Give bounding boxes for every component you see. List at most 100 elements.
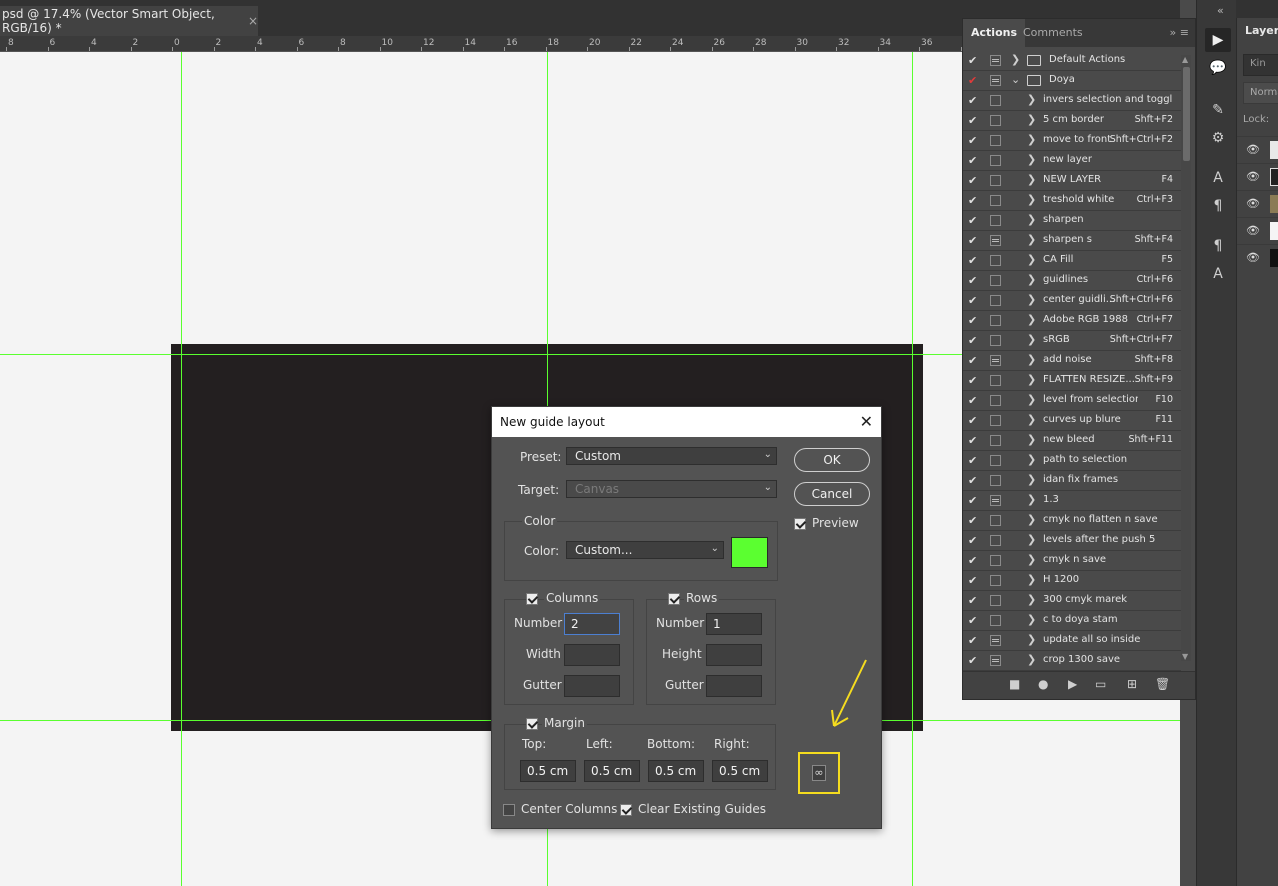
- toggle-item-checkmark-icon[interactable]: ✔: [968, 214, 977, 227]
- toggle-item-checkmark-icon[interactable]: ✔: [968, 354, 977, 367]
- toggle-item-checkmark-icon[interactable]: ✔: [968, 314, 977, 327]
- new-action-icon[interactable]: ⊞: [1127, 677, 1137, 691]
- chevron-right-icon[interactable]: ❯: [1027, 233, 1036, 246]
- toggle-item-checkmark-icon[interactable]: ✔: [968, 54, 977, 67]
- chevron-right-icon[interactable]: ❯: [1027, 533, 1036, 546]
- action-row[interactable]: ✔ ❯ center guidli... Shft+Ctrl+F6: [963, 291, 1181, 311]
- toggle-item-checkmark-icon[interactable]: ✔: [968, 534, 977, 547]
- toggle-item-checkmark-icon[interactable]: ✔: [968, 474, 977, 487]
- margin-checkbox[interactable]: [526, 718, 538, 730]
- toggle-item-checkmark-icon[interactable]: ✔: [968, 614, 977, 627]
- chevron-right-icon[interactable]: ❯: [1027, 153, 1036, 166]
- layer-row[interactable]: 👁: [1237, 190, 1278, 216]
- toggle-item-checkmark-icon[interactable]: ✔: [968, 134, 977, 147]
- eye-icon[interactable]: 👁: [1246, 251, 1260, 264]
- row-height-input[interactable]: [706, 644, 762, 666]
- action-row[interactable]: ✔ ❯ CA Fill F5: [963, 251, 1181, 271]
- scrollbar-thumb[interactable]: [1183, 67, 1190, 161]
- chevron-right-icon[interactable]: ❯: [1027, 373, 1036, 386]
- chevron-right-icon[interactable]: ❯: [1011, 53, 1020, 66]
- document-tab[interactable]: psd @ 17.4% (Vector Smart Object, RGB/16…: [0, 6, 258, 36]
- toggle-item-checkmark-icon[interactable]: ✔: [968, 154, 977, 167]
- toggle-item-checkmark-icon[interactable]: ✔: [968, 634, 977, 647]
- center-columns-checkbox[interactable]: [503, 804, 515, 816]
- chevron-right-icon[interactable]: ❯: [1027, 513, 1036, 526]
- toggle-item-checkmark-icon[interactable]: ✔: [968, 194, 977, 207]
- toggle-dialog-icon[interactable]: [990, 515, 1001, 526]
- chevron-right-icon[interactable]: ❯: [1027, 473, 1036, 486]
- toggle-item-checkmark-icon[interactable]: ✔: [968, 74, 977, 87]
- toggle-item-checkmark-icon[interactable]: ✔: [968, 394, 977, 407]
- action-row[interactable]: ✔ ❯ 300 cmyk marek: [963, 591, 1181, 611]
- toggle-dialog-icon[interactable]: [990, 595, 1001, 606]
- rows-checkbox[interactable]: [668, 593, 680, 605]
- action-row[interactable]: ✔ ❯ sharpen: [963, 211, 1181, 231]
- action-row[interactable]: ✔ ❯ new layer: [963, 151, 1181, 171]
- toggle-dialog-icon[interactable]: [990, 615, 1001, 626]
- toggle-dialog-icon[interactable]: [990, 335, 1001, 346]
- chevron-right-icon[interactable]: ❯: [1027, 493, 1036, 506]
- chevron-right-icon[interactable]: ❯: [1027, 653, 1036, 666]
- toggle-dialog-icon[interactable]: [990, 375, 1001, 386]
- action-row[interactable]: ✔ ❯ curves up blure F11: [963, 411, 1181, 431]
- adjustments-icon[interactable]: ⚙: [1205, 126, 1231, 150]
- toggle-dialog-icon[interactable]: [990, 255, 1001, 266]
- clear-guides-checkbox[interactable]: [620, 804, 632, 816]
- toggle-dialog-icon[interactable]: [990, 655, 1001, 666]
- chevron-right-icon[interactable]: ❯: [1027, 453, 1036, 466]
- chevron-right-icon[interactable]: ❯: [1027, 193, 1036, 206]
- toggle-item-checkmark-icon[interactable]: ✔: [968, 254, 977, 267]
- collapse-panels-icon[interactable]: «: [1217, 4, 1224, 17]
- layer-row[interactable]: 👁: [1237, 136, 1278, 162]
- chevron-right-icon[interactable]: ❯: [1027, 293, 1036, 306]
- toggle-dialog-icon[interactable]: [990, 175, 1001, 186]
- action-row[interactable]: ✔ ❯ sharpen s Shft+F4: [963, 231, 1181, 251]
- toggle-dialog-icon[interactable]: [990, 555, 1001, 566]
- toggle-dialog-icon[interactable]: [990, 55, 1001, 66]
- action-row[interactable]: ✔ ❯ FLATTEN RESIZE... Shft+F9: [963, 371, 1181, 391]
- cancel-button[interactable]: Cancel: [794, 482, 870, 506]
- layer-row[interactable]: 👁: [1237, 217, 1278, 243]
- toggle-dialog-icon[interactable]: [990, 195, 1001, 206]
- margin-top-input[interactable]: 0.5 cm: [520, 760, 576, 782]
- toggle-dialog-icon[interactable]: [990, 635, 1001, 646]
- chevron-right-icon[interactable]: ❯: [1027, 573, 1036, 586]
- toggle-item-checkmark-icon[interactable]: ✔: [968, 274, 977, 287]
- play-actions-icon[interactable]: ▶: [1205, 28, 1231, 52]
- scroll-down-icon[interactable]: ▼: [1182, 652, 1188, 661]
- action-row[interactable]: ✔ ❯ new bleed Shft+F11: [963, 431, 1181, 451]
- column-width-input[interactable]: [564, 644, 620, 666]
- close-tab-icon[interactable]: ×: [248, 14, 258, 28]
- color-select[interactable]: Custom... ⌄: [566, 541, 724, 559]
- toggle-item-checkmark-icon[interactable]: ✔: [968, 114, 977, 127]
- action-row[interactable]: ✔ ❯ update all so inside: [963, 631, 1181, 651]
- toggle-item-checkmark-icon[interactable]: ✔: [968, 234, 977, 247]
- toggle-dialog-icon[interactable]: [990, 475, 1001, 486]
- action-row[interactable]: ✔ ❯ level from selection F10: [963, 391, 1181, 411]
- toggle-item-checkmark-icon[interactable]: ✔: [968, 654, 977, 667]
- toggle-item-checkmark-icon[interactable]: ✔: [968, 294, 977, 307]
- tab-comments[interactable]: Comments: [1015, 19, 1091, 47]
- toggle-item-checkmark-icon[interactable]: ✔: [968, 334, 977, 347]
- toggle-dialog-icon[interactable]: [990, 155, 1001, 166]
- column-number-input[interactable]: 2: [564, 613, 620, 635]
- eye-icon[interactable]: 👁: [1246, 197, 1260, 210]
- toggle-dialog-icon[interactable]: [990, 215, 1001, 226]
- stop-icon[interactable]: ■: [1009, 677, 1020, 691]
- layer-row[interactable]: 👁: [1237, 244, 1278, 270]
- column-gutter-input[interactable]: [564, 675, 620, 697]
- chevron-right-icon[interactable]: ❯: [1027, 273, 1036, 286]
- toggle-dialog-icon[interactable]: [990, 75, 1001, 86]
- preset-select[interactable]: Custom ⌄: [566, 447, 777, 465]
- link-icon[interactable]: ∞: [812, 765, 826, 781]
- row-number-input[interactable]: 1: [706, 613, 762, 635]
- toggle-item-checkmark-icon[interactable]: ✔: [968, 414, 977, 427]
- action-row[interactable]: ✔ ❯ path to selection: [963, 451, 1181, 471]
- glyphs-icon[interactable]: A: [1205, 262, 1231, 286]
- chevron-right-icon[interactable]: ❯: [1027, 93, 1036, 106]
- chevron-right-icon[interactable]: ❯: [1027, 393, 1036, 406]
- toggle-dialog-icon[interactable]: [990, 315, 1001, 326]
- layer-row[interactable]: 👁: [1237, 163, 1278, 189]
- toggle-item-checkmark-icon[interactable]: ✔: [968, 494, 977, 507]
- toggle-dialog-icon[interactable]: [990, 575, 1001, 586]
